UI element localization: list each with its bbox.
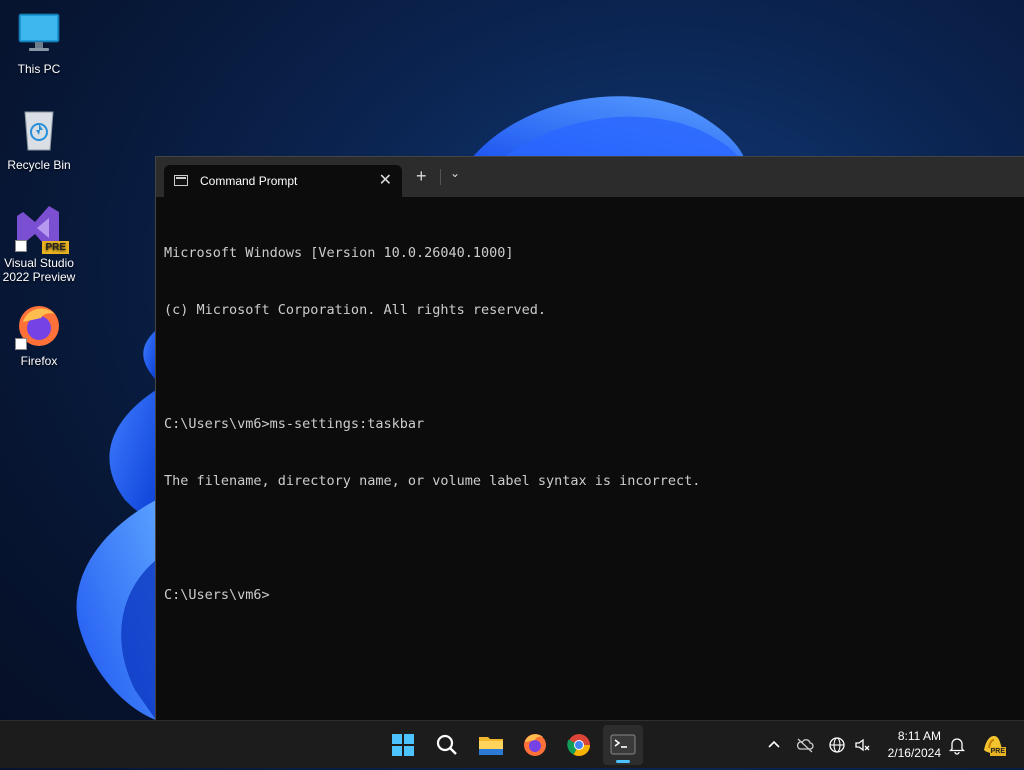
terminal-line: Microsoft Windows [Version 10.0.26040.10… bbox=[164, 245, 514, 261]
terminal-taskbar-button[interactable] bbox=[603, 725, 643, 765]
cmd-icon bbox=[174, 175, 188, 186]
pre-badge: PRE bbox=[989, 747, 1006, 756]
pre-badge: PRE bbox=[42, 241, 69, 254]
terminal-window[interactable]: Command Prompt ✕ + ⌄ Microsoft Windows [… bbox=[155, 156, 1024, 721]
chevron-up-icon[interactable] bbox=[764, 735, 784, 755]
taskbar: 8:11 AM 2/16/2024 PRE bbox=[0, 720, 1024, 768]
chevron-down-icon[interactable]: ⌄ bbox=[450, 166, 460, 180]
shortcut-arrow-icon bbox=[15, 240, 27, 252]
desktop-icon-recycle-bin[interactable]: Recycle Bin bbox=[1, 106, 77, 172]
terminal-line: (c) Microsoft Corporation. All rights re… bbox=[164, 302, 547, 318]
file-explorer-icon bbox=[479, 737, 503, 755]
firefox-icon bbox=[524, 734, 546, 756]
start-icon bbox=[392, 734, 414, 756]
active-indicator bbox=[616, 760, 630, 763]
firefox-icon bbox=[15, 302, 63, 350]
desktop-icon-label-line1: Visual Studio bbox=[4, 256, 74, 270]
cloud-offline-icon[interactable] bbox=[795, 735, 815, 755]
terminal-output[interactable]: Microsoft Windows [Version 10.0.26040.10… bbox=[156, 197, 1024, 721]
chrome-taskbar-button[interactable] bbox=[559, 725, 599, 765]
visual-studio-icon: PRE bbox=[15, 204, 69, 254]
terminal-line: The filename, directory name, or volume … bbox=[164, 473, 701, 489]
search-button[interactable] bbox=[427, 725, 467, 765]
desktop-icon-label: This PC bbox=[17, 62, 61, 76]
new-tab-button[interactable]: + bbox=[416, 167, 427, 185]
network-icon[interactable] bbox=[827, 735, 847, 755]
desktop-icon-this-pc[interactable]: This PC bbox=[1, 10, 77, 76]
tab-divider bbox=[440, 169, 441, 185]
desktop-icon-visual-studio[interactable]: PRE Visual Studio 2022 Preview bbox=[1, 204, 77, 284]
start-button[interactable] bbox=[383, 725, 423, 765]
tab-bar: Command Prompt ✕ + ⌄ bbox=[156, 157, 1024, 197]
desktop-icon-label: Firefox bbox=[20, 354, 58, 368]
search-icon bbox=[436, 734, 457, 755]
notification-bell-icon[interactable] bbox=[947, 735, 967, 755]
terminal-line: C:\Users\vm6>ms-settings:taskbar bbox=[164, 416, 425, 432]
recycle-bin-icon bbox=[15, 106, 63, 154]
volume-muted-icon[interactable] bbox=[853, 735, 873, 755]
shortcut-arrow-icon bbox=[15, 338, 27, 350]
copilot-preview-icon[interactable]: PRE bbox=[980, 732, 1006, 758]
desktop-icon-label: Recycle Bin bbox=[7, 158, 71, 172]
desktop-icon-label-line2: 2022 Preview bbox=[2, 270, 76, 284]
file-explorer-button[interactable] bbox=[471, 725, 511, 765]
tab-command-prompt[interactable]: Command Prompt ✕ bbox=[164, 165, 402, 197]
clock-time[interactable]: 8:11 AM bbox=[880, 729, 941, 743]
close-tab-icon[interactable]: ✕ bbox=[379, 170, 392, 190]
tab-title: Command Prompt bbox=[200, 174, 298, 188]
desktop-icon-firefox[interactable]: Firefox bbox=[1, 302, 77, 368]
clock-date[interactable]: 2/16/2024 bbox=[876, 746, 941, 760]
terminal-prompt[interactable]: C:\Users\vm6> bbox=[164, 586, 1017, 605]
monitor-icon bbox=[15, 10, 63, 58]
firefox-taskbar-button[interactable] bbox=[515, 725, 555, 765]
chrome-icon bbox=[567, 734, 590, 756]
terminal-icon bbox=[610, 734, 636, 755]
